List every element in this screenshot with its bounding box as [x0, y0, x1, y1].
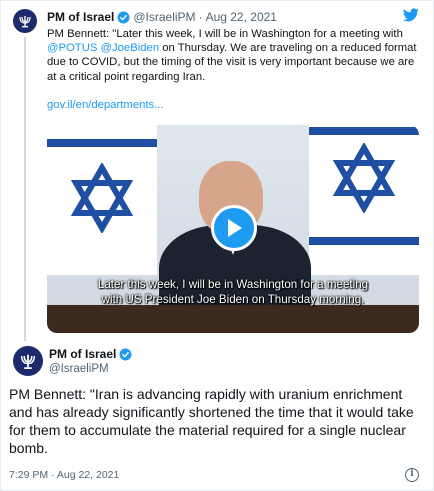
separator-dot: ·	[198, 10, 203, 24]
mention-potus[interactable]: @POTUS	[47, 42, 97, 54]
info-icon[interactable]: i	[405, 468, 419, 482]
play-button[interactable]	[211, 205, 257, 251]
subtitle-line: with US President Joe Biden on Thursday …	[101, 293, 365, 306]
gpo-watermark: GPO	[59, 131, 83, 142]
main-tweet-text: PM Bennett: "Iran is advancing rapidly w…	[9, 386, 414, 456]
parent-tweet-text: PM Bennett: "Later this week, I will be …	[47, 27, 419, 84]
external-link[interactable]: gov.il/en/departments...	[47, 99, 164, 111]
text-part: PM Bennett: "Later this week, I will be …	[47, 28, 403, 40]
twitter-bird-icon[interactable]	[403, 8, 419, 22]
author-handle[interactable]: @IsraeliPM	[49, 363, 109, 375]
israel-flag-right	[309, 125, 419, 275]
main-author-row: PM of Israel	[49, 347, 135, 361]
separator-dot: ·	[51, 469, 55, 481]
thread-line	[24, 37, 26, 341]
mention-joebiden[interactable]: @JoeBiden	[101, 42, 160, 54]
verified-badge-icon	[119, 348, 132, 360]
tweet-time: 7:29 PM	[9, 469, 49, 481]
menorah-emblem-icon	[21, 354, 35, 369]
parent-tweet[interactable]: PM of Israel @IsraeliPM · Aug 22, 2021 P…	[1, 1, 434, 341]
parent-header: PM of Israel @IsraeliPM · Aug 22, 2021	[47, 9, 277, 25]
tweet-date: Aug 22, 2021	[56, 469, 120, 481]
star-of-david-icon	[70, 163, 134, 233]
author-handle[interactable]: @IsraeliPM	[133, 10, 195, 24]
author-name[interactable]: PM of Israel	[47, 10, 114, 24]
tweet-date[interactable]: Aug 22, 2021	[206, 10, 277, 24]
tweet-timestamp[interactable]: 7:29 PM · Aug 22, 2021	[9, 469, 119, 481]
podium	[47, 305, 419, 333]
avatar[interactable]	[13, 9, 37, 33]
menorah-emblem-icon	[19, 16, 31, 28]
author-name[interactable]: PM of Israel	[49, 347, 116, 361]
play-icon	[228, 219, 242, 237]
subtitle-line: Later this week, I will be in Washington…	[97, 278, 369, 291]
tweet-embed: PM of Israel @IsraeliPM · Aug 22, 2021 P…	[0, 0, 434, 491]
video-subtitles: Later this week, I will be in Washington…	[47, 277, 419, 307]
video-player[interactable]: GPO Later this week, I will be in Washin…	[47, 125, 419, 333]
star-of-david-icon	[332, 143, 396, 213]
avatar[interactable]	[13, 346, 43, 376]
israel-flag-left	[47, 125, 157, 275]
verified-badge-icon	[117, 11, 130, 23]
